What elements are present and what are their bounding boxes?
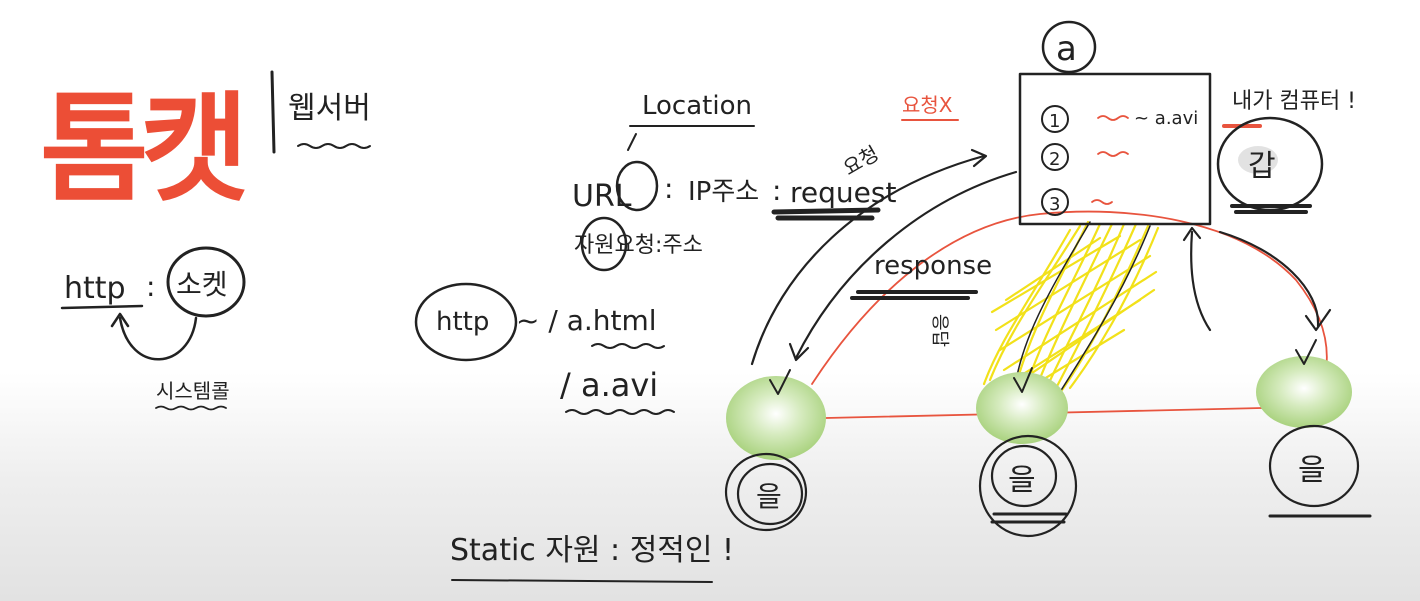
http-underline bbox=[60, 304, 144, 310]
webserver-label: 웹서버 bbox=[288, 91, 371, 126]
path-html: ~ / a.html bbox=[516, 304, 657, 337]
response-label: response bbox=[874, 251, 992, 281]
tomcat-logo: 톰캣 bbox=[40, 80, 246, 218]
server-a-label: a bbox=[1056, 29, 1077, 69]
down-arrow-right bbox=[1218, 230, 1320, 328]
red-note: 요청X bbox=[902, 93, 953, 117]
http-label-left: http bbox=[64, 271, 126, 306]
diagram-canvas: 톰캣 웹서버 http : 소켓 시스템콜 Location URL : IP주… bbox=[40, 20, 1372, 583]
colon-ip: : bbox=[772, 174, 781, 207]
client-node-center bbox=[976, 372, 1068, 444]
path-html-underline bbox=[591, 343, 665, 349]
location-label: Location bbox=[642, 91, 752, 121]
static-underline bbox=[451, 579, 713, 583]
static-note: Static 자원 : 정적인 ! bbox=[450, 533, 734, 568]
syscall-label: 시스템콜 bbox=[156, 379, 230, 403]
whiteboard: 톰캣 웹서버 http : 소켓 시스템콜 Location URL : IP주… bbox=[0, 0, 1420, 601]
server-item-1: 1 ~ a.avi bbox=[1041, 105, 1198, 133]
gap-label: 갑 bbox=[1248, 149, 1276, 184]
svg-text:~ a.avi: ~ a.avi bbox=[1134, 108, 1198, 129]
ip-label: IP주소 bbox=[688, 177, 759, 207]
colon-left: : bbox=[146, 270, 155, 303]
webserver-underline bbox=[297, 143, 371, 149]
url-label: URL bbox=[572, 179, 632, 214]
svg-text:1: 1 bbox=[1049, 111, 1060, 132]
request-note: 요청 bbox=[839, 141, 883, 180]
divider-line bbox=[270, 70, 276, 154]
socket-label: 소켓 bbox=[176, 268, 228, 301]
client-node-right bbox=[1256, 356, 1352, 428]
response-underline bbox=[850, 290, 978, 300]
location-tick bbox=[627, 133, 637, 151]
client-label-center: 을 bbox=[1008, 463, 1036, 498]
my-computer-note: 내가 컴퓨터 ! bbox=[1232, 89, 1356, 114]
yellow-data-flow bbox=[982, 220, 1160, 396]
colon-url: : bbox=[664, 172, 673, 205]
client-label-right: 을 bbox=[1298, 453, 1326, 488]
syscall-underline bbox=[155, 405, 227, 411]
response-ko-label: 응답 bbox=[929, 314, 950, 347]
path-avi: / a.avi bbox=[560, 366, 658, 404]
svg-text:3: 3 bbox=[1049, 194, 1060, 215]
client-label-left: 을 bbox=[756, 480, 782, 513]
http-label-mid: http bbox=[436, 307, 489, 337]
resource-address-label: 자원요청:주소 bbox=[574, 233, 703, 258]
server-item-2: 2 bbox=[1041, 143, 1129, 171]
client-underline-center bbox=[990, 512, 1068, 524]
request-label-mid: request bbox=[790, 176, 896, 209]
svg-text:2: 2 bbox=[1049, 149, 1060, 170]
syscall-arrow bbox=[118, 316, 198, 361]
up-arrow-right bbox=[1190, 230, 1212, 332]
path-avi-underline bbox=[565, 409, 675, 415]
